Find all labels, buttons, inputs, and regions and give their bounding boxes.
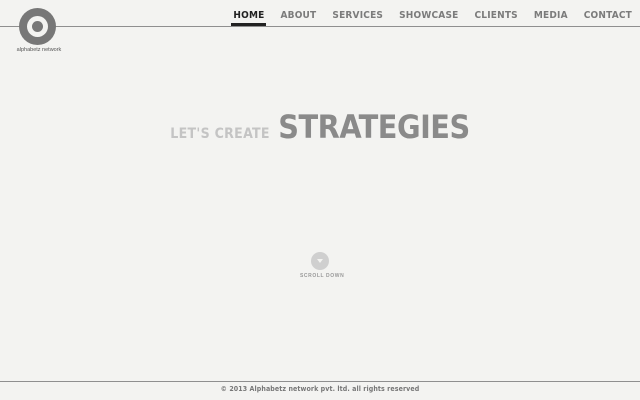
nav-item-about[interactable]: ABOUT (272, 8, 324, 25)
hero-headline: STRATEGIES (278, 108, 470, 146)
scroll-down-label: SCROLL DOWN (300, 273, 345, 279)
brand-name: alphabetz network (16, 47, 62, 53)
scroll-down-button[interactable] (311, 252, 329, 270)
nav-item-services[interactable]: SERVICES (324, 8, 391, 25)
main-nav: HOME ABOUT SERVICES SHOWCASE CLIENTS MED… (225, 8, 640, 28)
nav-item-home[interactable]: HOME (225, 8, 272, 26)
hero-heading: LET'S CREATE STRATEGIES (0, 108, 640, 146)
nav-item-clients[interactable]: CLIENTS (466, 8, 525, 25)
nav-item-showcase[interactable]: SHOWCASE (391, 8, 466, 25)
scroll-down[interactable]: SCROLL DOWN (300, 252, 345, 279)
nav-item-media[interactable]: MEDIA (526, 8, 576, 25)
brand-logo[interactable]: alphabetz network (16, 8, 62, 54)
nav-item-contact[interactable]: CONTACT (576, 8, 640, 25)
chevron-down-icon (317, 259, 323, 263)
at-sign-logo-icon (19, 8, 56, 45)
hero-lead: LET'S CREATE (170, 126, 270, 142)
footer-divider (0, 381, 640, 382)
footer-copyright: © 2013 Alphabetz network pvt. ltd. all r… (220, 385, 420, 393)
